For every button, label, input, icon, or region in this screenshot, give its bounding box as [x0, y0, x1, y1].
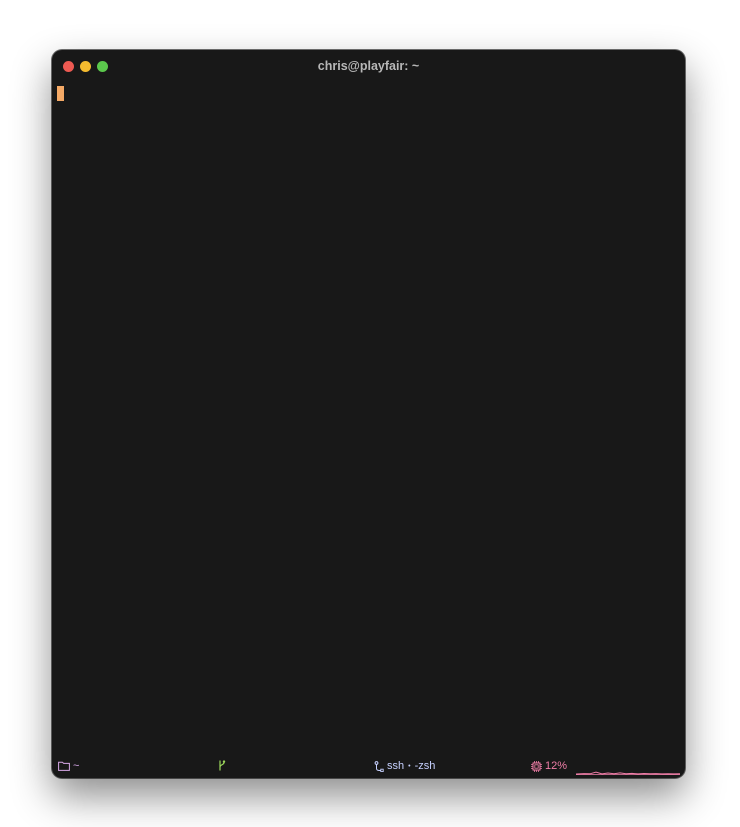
shell-label: -zsh [414, 760, 436, 772]
process-label: ssh [387, 760, 405, 772]
window-title: chris@playfair: ~ [317, 59, 420, 73]
title-bar[interactable]: chris@playfair: ~ [52, 50, 685, 82]
cwd-label: ~ [73, 760, 80, 772]
status-process[interactable]: ssh • -zsh [374, 760, 435, 772]
cpu-icon [531, 760, 542, 772]
status-bar: ~ ssh • -zsh 12% [52, 756, 685, 778]
status-git[interactable] [218, 760, 229, 771]
text-cursor [57, 86, 64, 101]
terminal-window: chris@playfair: ~ ~ ssh • -zsh 12% [52, 50, 685, 778]
git-branch-icon [219, 760, 226, 771]
process-icon [374, 760, 384, 772]
folder-icon [58, 761, 70, 771]
cpu-label: 12% [545, 760, 568, 772]
terminal-content[interactable] [52, 82, 685, 756]
cpu-sparkline [576, 771, 680, 775]
status-cwd[interactable]: ~ [58, 760, 79, 772]
status-cpu[interactable]: 12% [531, 760, 567, 772]
separator: • [408, 762, 411, 770]
